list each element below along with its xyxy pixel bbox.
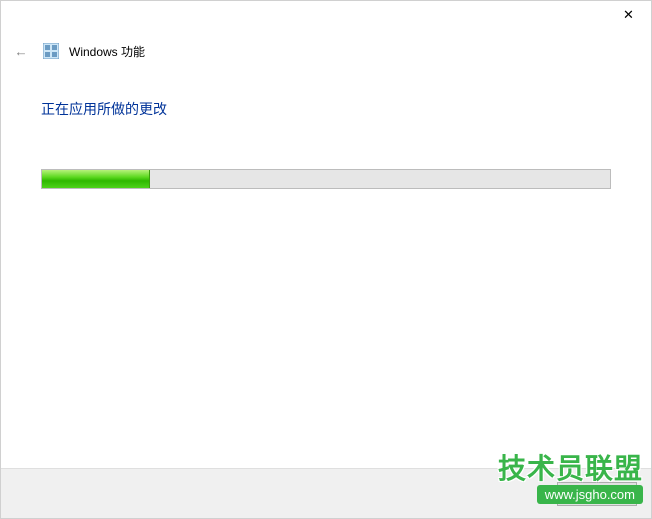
close-icon: ✕ bbox=[623, 7, 634, 23]
header: ← Windows 功能 bbox=[1, 31, 651, 71]
page-title: Windows 功能 bbox=[69, 43, 145, 60]
status-heading: 正在应用所做的更改 bbox=[41, 99, 611, 119]
titlebar: ✕ bbox=[1, 1, 651, 31]
back-button: ← bbox=[9, 39, 33, 63]
footer: 取消 bbox=[1, 468, 651, 518]
progress-fill bbox=[42, 170, 150, 188]
progress-bar bbox=[41, 169, 611, 189]
windows-features-icon bbox=[43, 43, 59, 59]
cancel-button[interactable]: 取消 bbox=[557, 482, 637, 506]
close-button[interactable]: ✕ bbox=[606, 1, 651, 29]
content-area: 正在应用所做的更改 bbox=[1, 71, 651, 189]
back-arrow-icon: ← bbox=[14, 44, 27, 59]
